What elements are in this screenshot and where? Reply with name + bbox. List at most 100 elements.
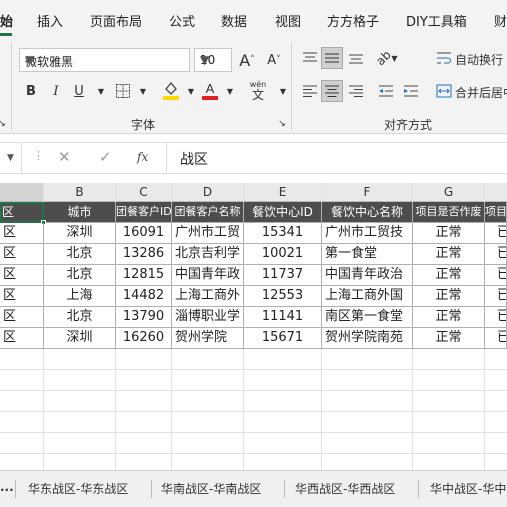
column-header-e[interactable]: E: [244, 183, 322, 202]
table-cell[interactable]: 正常: [413, 223, 485, 244]
border-dropdown-chevron-icon[interactable]: ▼: [132, 80, 154, 102]
tab-fangfang[interactable]: 方方格子: [327, 11, 379, 30]
font-color-dropdown-chevron-icon[interactable]: ▼: [219, 80, 241, 102]
table-cell[interactable]: 10021: [244, 244, 322, 265]
table-header-cell[interactable]: 团餐客户ID: [116, 202, 172, 223]
table-cell[interactable]: 12815: [116, 265, 172, 286]
table-cell[interactable]: 上海工商外: [172, 286, 244, 307]
align-bottom-button[interactable]: [345, 47, 367, 69]
increase-indent-button[interactable]: [400, 80, 422, 102]
column-header-c[interactable]: C: [116, 183, 172, 202]
sheet-tab-west[interactable]: 华西战区-华西战区: [295, 480, 395, 497]
tab-formulas[interactable]: 公式: [169, 11, 195, 30]
align-middle-button[interactable]: [321, 47, 343, 69]
font-name-select[interactable]: 微软雅黑 ▼: [19, 48, 190, 72]
table-cell[interactable]: 中国青年政治: [322, 265, 413, 286]
tab-data[interactable]: 数据: [221, 11, 247, 30]
font-grow-button[interactable]: A ˄: [236, 49, 258, 71]
bold-button[interactable]: B: [20, 80, 42, 102]
tab-diy-toolbox[interactable]: DIY工具箱: [406, 11, 467, 30]
table-cell[interactable]: 正常: [413, 286, 485, 307]
table-cell[interactable]: 已: [485, 223, 507, 244]
insert-function-icon[interactable]: fx: [137, 150, 148, 164]
tab-view[interactable]: 视图: [275, 11, 301, 30]
table-cell[interactable]: 深圳: [44, 328, 116, 349]
name-box-chevron-down-icon[interactable]: ▼: [0, 143, 22, 173]
align-right-button[interactable]: [345, 80, 367, 102]
tab-insert[interactable]: 插入: [37, 11, 63, 30]
font-dialog-launcher-icon[interactable]: ↘: [276, 118, 288, 130]
column-header-f[interactable]: F: [322, 183, 413, 202]
font-shrink-button[interactable]: A ˅: [263, 49, 285, 71]
table-header-cell[interactable]: 餐饮中心ID: [244, 202, 322, 223]
font-size-select[interactable]: 10 ▼: [194, 48, 232, 72]
table-cell[interactable]: 15341: [244, 223, 322, 244]
clipboard-dialog-launcher-icon[interactable]: ↘: [0, 118, 8, 130]
enter-check-icon[interactable]: ✓: [99, 148, 112, 166]
table-cell[interactable]: 13286: [116, 244, 172, 265]
table-cell[interactable]: 正常: [413, 307, 485, 328]
table-cell[interactable]: 北京: [44, 265, 116, 286]
column-header-d[interactable]: D: [172, 183, 244, 202]
more-sheets-button[interactable]: ...: [0, 480, 14, 494]
border-button[interactable]: [112, 80, 134, 102]
table-cell[interactable]: 已: [485, 244, 507, 265]
table-cell[interactable]: 第一食堂: [322, 244, 413, 265]
table-cell[interactable]: 正常: [413, 265, 485, 286]
phonetic-guide-button[interactable]: wén 文: [245, 78, 271, 104]
table-cell[interactable]: 15671: [244, 328, 322, 349]
table-cell[interactable]: 正常: [413, 244, 485, 265]
fill-color-button[interactable]: [160, 79, 182, 101]
font-color-button[interactable]: A: [199, 79, 221, 101]
table-cell[interactable]: 南区第一食堂: [322, 307, 413, 328]
table-cell[interactable]: 区: [0, 328, 44, 349]
table-cell[interactable]: 13790: [116, 307, 172, 328]
align-left-button[interactable]: [299, 80, 321, 102]
table-cell[interactable]: 中国青年政: [172, 265, 244, 286]
table-cell[interactable]: 深圳: [44, 223, 116, 244]
table-cell[interactable]: 贺州学院南苑: [322, 328, 413, 349]
table-cell[interactable]: 区: [0, 223, 44, 244]
table-cell[interactable]: 16260: [116, 328, 172, 349]
table-cell[interactable]: 广州市工贸: [172, 223, 244, 244]
wrap-text-button[interactable]: 自动换行: [455, 51, 503, 68]
table-cell[interactable]: 11737: [244, 265, 322, 286]
table-cell[interactable]: 区: [0, 307, 44, 328]
italic-button[interactable]: I: [45, 80, 67, 102]
table-cell[interactable]: 11141: [244, 307, 322, 328]
table-cell[interactable]: 已: [485, 265, 507, 286]
align-center-button[interactable]: [321, 80, 343, 102]
tab-home[interactable]: 始: [0, 11, 13, 30]
table-cell[interactable]: 区: [0, 265, 44, 286]
tab-page-layout[interactable]: 页面布局: [90, 11, 142, 30]
table-cell[interactable]: 已: [485, 328, 507, 349]
table-cell[interactable]: 北京: [44, 244, 116, 265]
table-cell[interactable]: 广州市工贸技: [322, 223, 413, 244]
table-cell[interactable]: 14482: [116, 286, 172, 307]
cancel-icon[interactable]: ✕: [58, 148, 71, 166]
sheet-tab-east[interactable]: 华东战区-华东战区: [28, 480, 128, 497]
column-header-b[interactable]: B: [44, 183, 116, 202]
tab-finance[interactable]: 财: [494, 11, 507, 30]
table-cell[interactable]: 已: [485, 307, 507, 328]
table-header-cell[interactable]: 团餐客户名称: [172, 202, 244, 223]
column-header-a[interactable]: [0, 183, 44, 202]
table-cell[interactable]: 北京吉利学: [172, 244, 244, 265]
table-cell[interactable]: 上海工商外国: [322, 286, 413, 307]
table-cell[interactable]: 区: [0, 286, 44, 307]
table-header-cell[interactable]: 区: [0, 202, 44, 223]
table-cell[interactable]: 上海: [44, 286, 116, 307]
sheet-tab-south[interactable]: 华南战区-华南战区: [161, 480, 261, 497]
align-top-button[interactable]: [299, 47, 321, 69]
decrease-indent-button[interactable]: [375, 80, 397, 102]
underline-dropdown-chevron-icon[interactable]: ▼: [90, 80, 112, 102]
table-cell[interactable]: 区: [0, 244, 44, 265]
underline-button[interactable]: U: [68, 80, 90, 102]
table-cell[interactable]: 贺州学院: [172, 328, 244, 349]
sheet-tab-central[interactable]: 华中战区-华中: [430, 480, 506, 497]
table-cell[interactable]: 已: [485, 286, 507, 307]
worksheet-grid[interactable]: B C D E F G 区 城市 团餐客户ID 团餐客户名称 餐饮中心ID 餐饮…: [0, 183, 507, 470]
table-cell[interactable]: 正常: [413, 328, 485, 349]
table-header-cell[interactable]: 餐饮中心名称: [322, 202, 413, 223]
formula-input[interactable]: 战区: [180, 149, 208, 169]
